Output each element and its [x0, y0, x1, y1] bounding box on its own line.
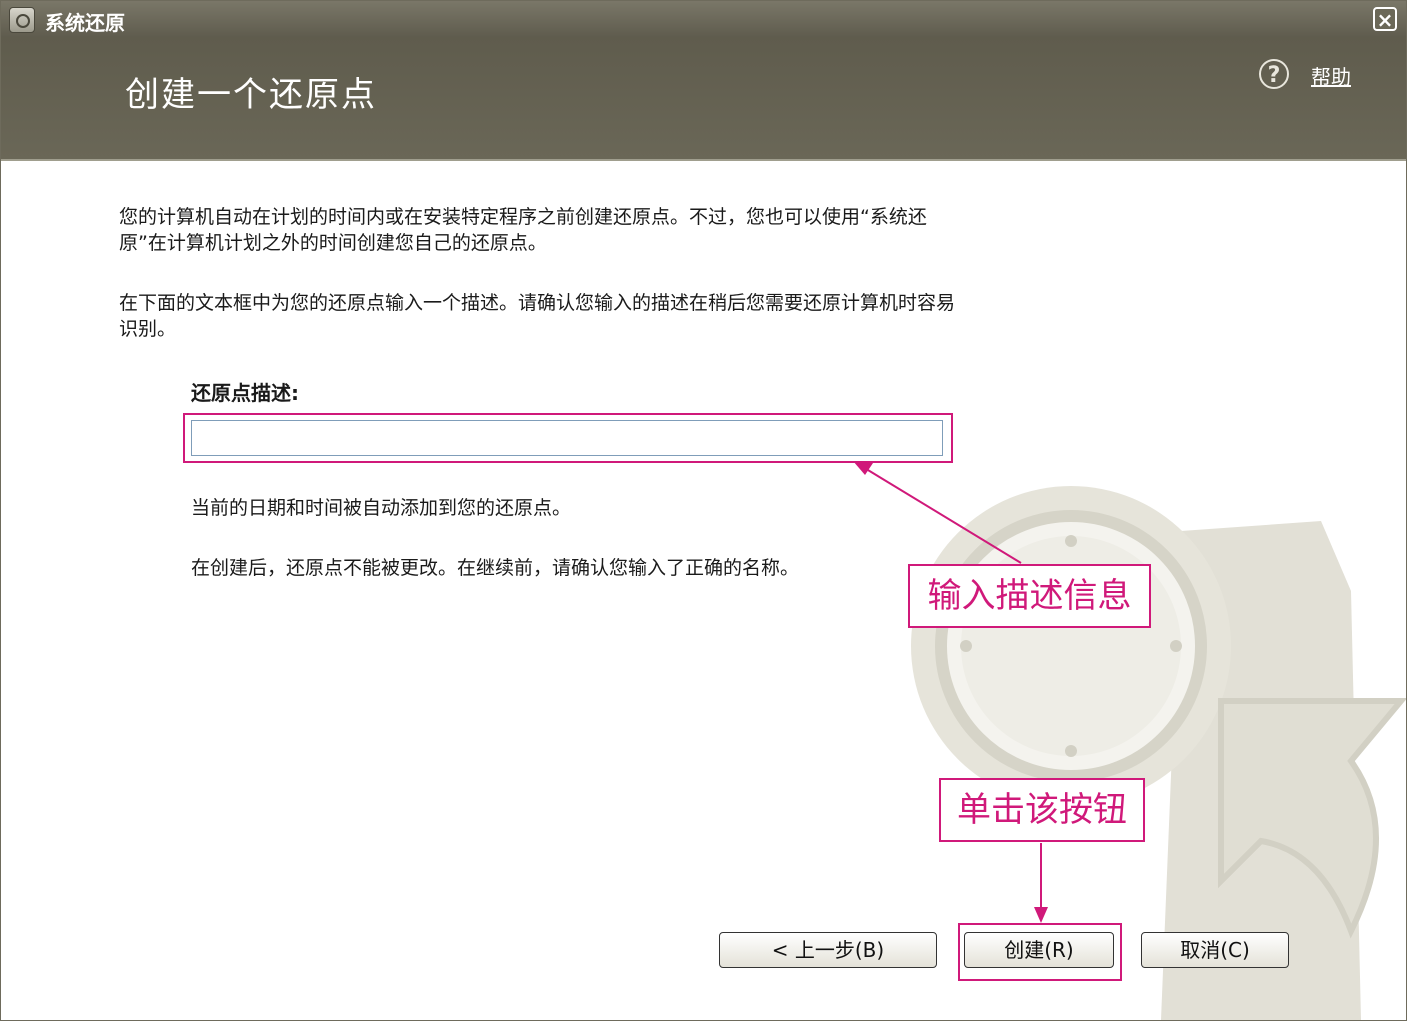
description-input[interactable]	[191, 420, 943, 456]
create-button[interactable]: 创建(R)	[964, 932, 1114, 968]
system-restore-icon	[9, 7, 35, 33]
cancel-button[interactable]: 取消(C)	[1141, 932, 1289, 968]
arrow-head-icon	[853, 461, 873, 475]
close-button[interactable]: ×	[1373, 7, 1397, 31]
intro-paragraph: 您的计算机自动在计划的时间内或在安装特定程序之前创建还原点。不过，您也可以使用“…	[119, 204, 1089, 256]
help-link[interactable]: 帮助	[1311, 61, 1351, 90]
page-header: 创建一个还原点 ? 帮助	[1, 37, 1406, 161]
datetime-note: 当前的日期和时间被自动添加到您的还原点。	[191, 497, 572, 519]
input-callout: 输入描述信息	[908, 564, 1151, 628]
warning-note: 在创建后，还原点不能被更改。在继续前，请确认您输入了正确的名称。	[191, 557, 800, 579]
title-bar: 系统还原 ×	[1, 1, 1406, 37]
back-button[interactable]: < 上一步(B)	[719, 932, 937, 968]
intro-line-2: 原”在计算机计划之外的时间创建您自己的还原点。	[119, 232, 547, 254]
intro-line-1: 您的计算机自动在计划的时间内或在安装特定程序之前创建还原点。不过，您也可以使用“…	[119, 206, 927, 228]
instruction-line-1: 在下面的文本框中为您的还原点输入一个描述。请确认您输入的描述在稍后您需要还原计算…	[119, 292, 956, 314]
button-callout: 单击该按钮	[939, 778, 1145, 842]
instruction-paragraph: 在下面的文本框中为您的还原点输入一个描述。请确认您输入的描述在稍后您需要还原计算…	[119, 290, 1089, 342]
description-label: 还原点描述:	[191, 381, 299, 405]
instruction-line-2: 识别。	[119, 318, 177, 340]
question-icon[interactable]: ?	[1259, 59, 1289, 89]
system-restore-window: 系统还原 × 创建一个还原点 ? 帮助 您的计算机自动在计划的时间内或在安装特定…	[0, 0, 1407, 1021]
window-title: 系统还原	[45, 11, 125, 35]
description-highlight	[183, 413, 953, 463]
page-title: 创建一个还原点	[125, 75, 377, 115]
